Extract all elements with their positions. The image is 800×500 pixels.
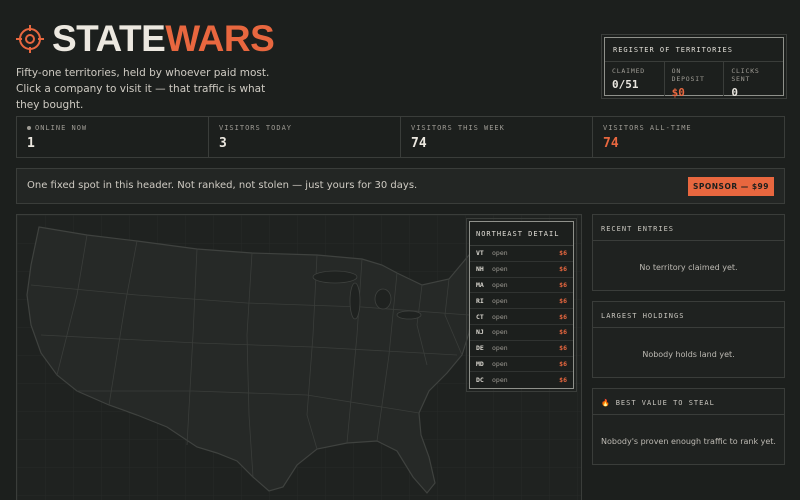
online-dot-icon — [27, 126, 31, 130]
northeast-row[interactable]: NJ open $6 — [470, 325, 573, 341]
state-status: open — [492, 280, 508, 289]
northeast-row[interactable]: CT open $6 — [470, 309, 573, 325]
sponsor-strip: One fixed spot in this header. Not ranke… — [16, 168, 785, 204]
northeast-row[interactable]: DE open $6 — [470, 341, 573, 357]
state-status: open — [492, 359, 508, 368]
state-code: DC — [476, 376, 484, 385]
best-value-body: Nobody's proven enough traffic to rank y… — [601, 437, 776, 446]
best-value-title: BEST VALUE TO STEAL — [615, 399, 715, 407]
state-price: $6 — [559, 376, 567, 385]
northeast-row[interactable]: VT open $6 — [470, 246, 573, 262]
best-value-panel: 🔥 BEST VALUE TO STEAL Nobody's proven en… — [592, 388, 785, 465]
register-clicks-sent: CLICKS SENT 0 — [731, 67, 760, 99]
tagline: Fifty-one territories, held by whoever p… — [16, 67, 270, 111]
state-status: open — [492, 312, 508, 321]
largest-holdings-body: Nobody holds land yet. — [642, 350, 735, 359]
largest-holdings-title: LARGEST HOLDINGS — [593, 302, 784, 328]
northeast-row[interactable]: MD open $6 — [470, 357, 573, 373]
state-status: open — [492, 296, 508, 305]
state-code: NJ — [476, 328, 484, 337]
state-code: VT — [476, 249, 484, 258]
state-price: $6 — [559, 249, 567, 258]
state-code: RI — [476, 296, 484, 305]
register-claimed: CLAIMED 0/51 — [605, 62, 665, 96]
stats-bar: ONLINE NOW 1 VISITORS TODAY 3 VISITORS T… — [16, 116, 785, 158]
state-price: $6 — [559, 344, 567, 353]
largest-holdings-panel: LARGEST HOLDINGS Nobody holds land yet. — [592, 301, 785, 378]
sponsor-text: One fixed spot in this header. Not ranke… — [27, 180, 418, 191]
state-code: CT — [476, 312, 484, 321]
fire-icon: 🔥 — [601, 399, 611, 407]
brand[interactable]: STATEWARS — [16, 18, 275, 59]
stat-visitors-all-time: VISITORS ALL-TIME 74 — [603, 124, 692, 151]
stat-visitors-week: VISITORS THIS WEEK 74 — [401, 117, 593, 157]
stat-visitors-today: VISITORS TODAY 3 — [209, 117, 401, 157]
northeast-title: NORTHEAST DETAIL — [470, 222, 573, 246]
state-status: open — [492, 249, 508, 258]
stat-online-now: ONLINE NOW 1 — [17, 117, 209, 157]
brand-title: STATEWARS — [52, 18, 275, 59]
state-price: $6 — [559, 265, 567, 274]
state-price: $6 — [559, 359, 567, 368]
recent-entries-body: No territory claimed yet. — [639, 263, 738, 272]
northeast-row[interactable]: DC open $6 — [470, 372, 573, 388]
northeast-detail: NORTHEAST DETAIL VT open $6 NH open $6 MA open $… — [466, 218, 577, 392]
recent-entries-title: RECENT ENTRIES — [593, 215, 784, 241]
state-price: $6 — [559, 296, 567, 305]
crosshair-icon — [16, 24, 44, 53]
northeast-row[interactable]: RI open $6 — [470, 293, 573, 310]
northeast-row[interactable]: NH open $6 — [470, 262, 573, 278]
recent-entries-panel: RECENT ENTRIES No territory claimed yet. — [592, 214, 785, 291]
state-code: NH — [476, 265, 484, 274]
state-price: $6 — [559, 312, 567, 321]
state-code: DE — [476, 344, 484, 353]
state-status: open — [492, 265, 508, 274]
state-status: open — [492, 376, 508, 385]
state-status: open — [492, 344, 508, 353]
state-price: $6 — [559, 328, 567, 337]
register-title: REGISTER OF TERRITORIES — [605, 38, 783, 62]
register-on-deposit: ON DEPOSIT $0 — [665, 62, 725, 99]
state-status: open — [492, 328, 508, 337]
state-code: MD — [476, 359, 484, 368]
state-price: $6 — [559, 280, 567, 289]
state-code: MA — [476, 280, 484, 289]
northeast-row[interactable]: MA open $6 — [470, 278, 573, 294]
sponsor-button[interactable]: SPONSOR — $99 — [688, 177, 774, 196]
register-of-territories: REGISTER OF TERRITORIES CLAIMED 0/51 ON … — [601, 34, 787, 99]
